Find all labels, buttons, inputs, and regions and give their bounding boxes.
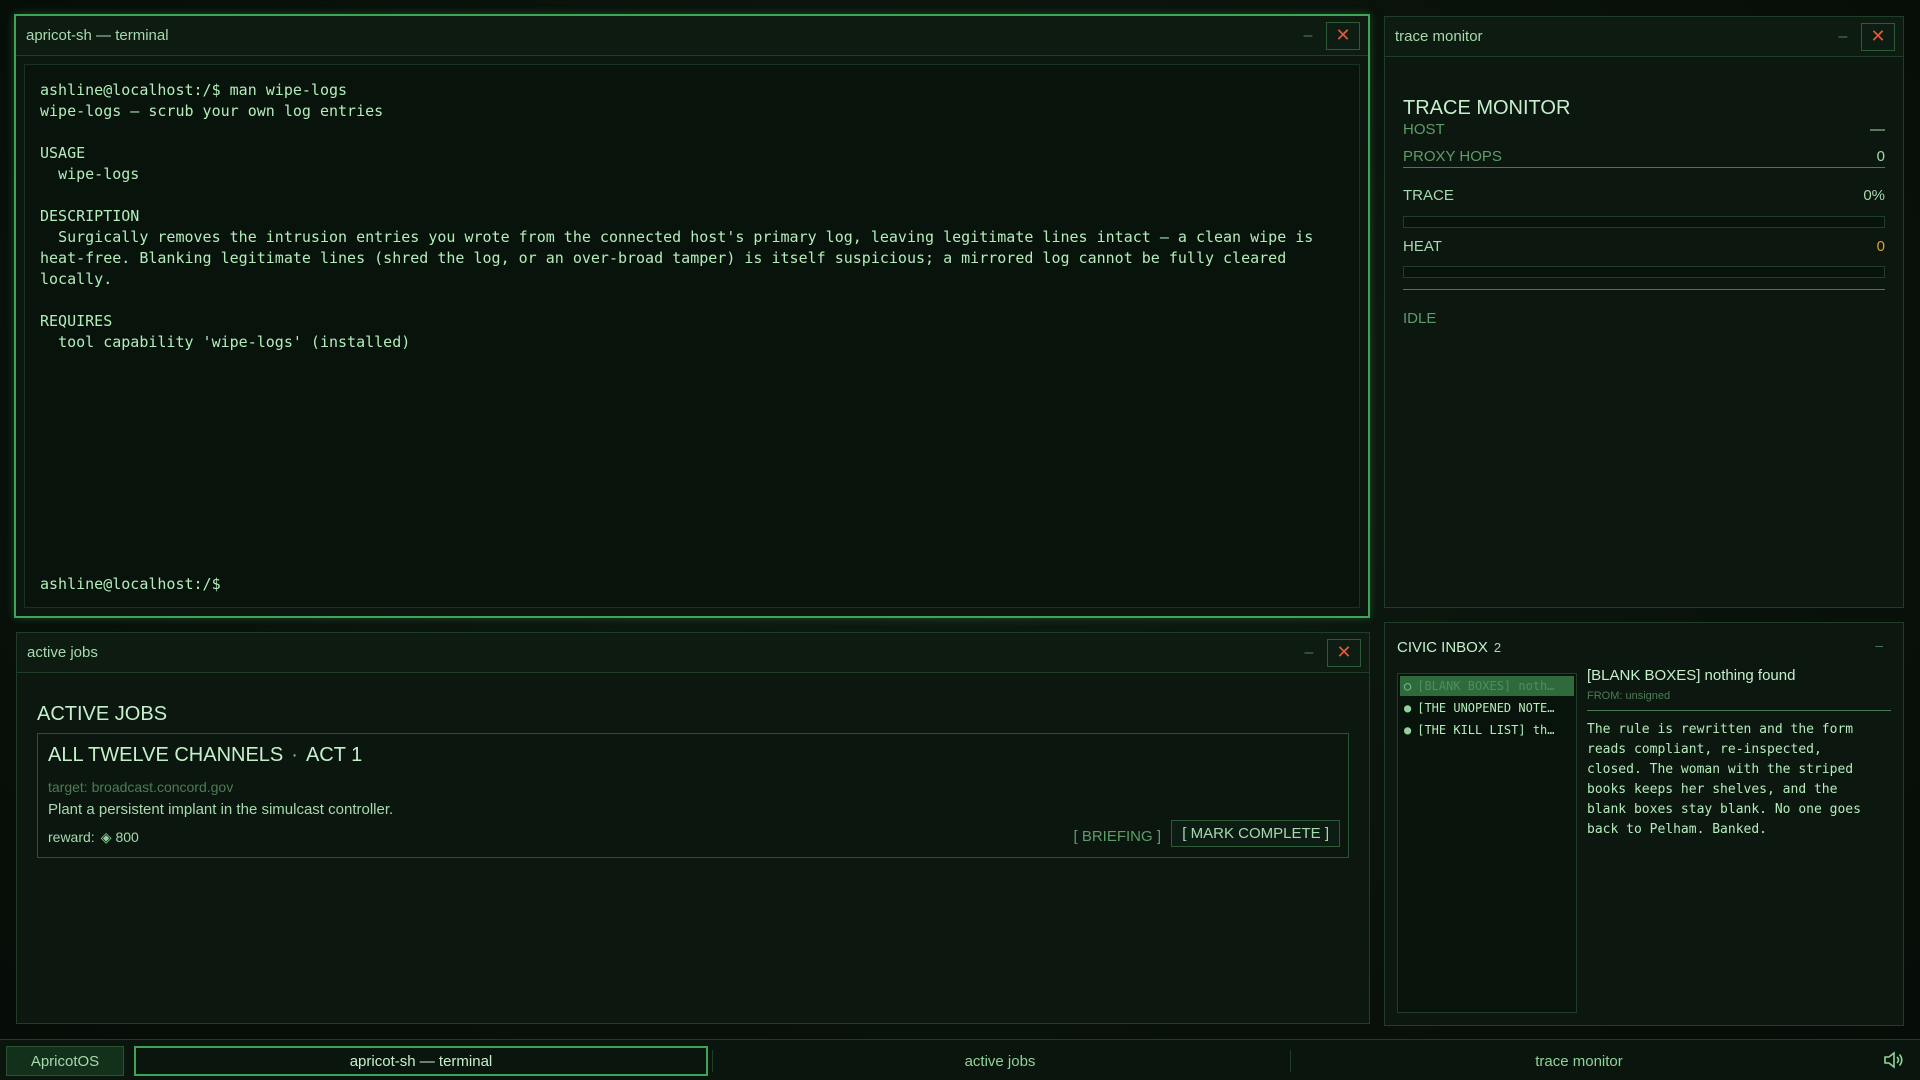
trace-monitor-titlebar[interactable]: trace monitor – ✕ [1385,17,1903,57]
inbox-list-item[interactable]: ● [THE UNOPENED NOTE… [1400,698,1574,718]
terminal-text: ashline@localhost:/$ man wipe-logs wipe-… [40,81,1314,351]
heat-label: HEAT [1403,238,1442,255]
job-title: ALL TWELVE CHANNELS · ACT 1 [48,744,362,767]
terminal-title: apricot-sh — terminal [26,27,169,44]
minimize-icon[interactable]: – [1291,644,1327,662]
trace-monitor-heading: TRACE MONITOR [1403,97,1571,119]
proxy-hops-row: PROXY HOPS 0 [1403,148,1885,165]
active-jobs-heading: ACTIVE JOBS [37,703,168,725]
volume-icon[interactable] [1882,1049,1906,1071]
job-card: ALL TWELVE CHANNELS · ACT 1 target: broadc… [37,733,1349,858]
inbox-list-item[interactable]: ● [THE KILL LIST] th… [1400,720,1574,740]
inbox-list-item[interactable]: ○ [BLANK BOXES] noth… [1400,676,1574,696]
trace-value: 0% [1863,187,1885,204]
active-jobs-titlebar[interactable]: active jobs – ✕ [17,633,1369,673]
unread-dot-icon: ● [1404,723,1412,737]
civic-inbox-window[interactable]: CIVIC INBOX 2 – ○ [BLANK BOXES] noth… ● [THE… [1384,622,1904,1026]
message-from: FROM: unsigned [1587,690,1671,702]
taskbar-item-trace-monitor[interactable]: trace monitor [1292,1046,1866,1076]
terminal-prompt[interactable]: ashline@localhost:/$ [40,575,221,593]
trace-status: IDLE [1403,310,1437,327]
mark-complete-button[interactable]: [ MARK COMPLETE ] [1171,820,1340,847]
trace-monitor-window[interactable]: trace monitor – ✕ TRACE MONITOR HOST — P… [1384,16,1904,608]
taskbar: ApricotOS apricot-sh — terminal active j… [0,1039,1920,1080]
taskbar-separator [1290,1050,1291,1072]
inbox-count-badge: 2 [1493,640,1502,655]
inbox-heading: CIVIC INBOX 2 [1397,639,1501,656]
terminal-window[interactable]: apricot-sh — terminal – ✕ ashline@localh… [14,14,1370,618]
heat-row: HEAT 0 [1403,238,1885,255]
job-reward: reward: ◈ 800 [48,829,139,846]
credit-icon: ◈ [100,829,112,845]
heat-value: 0 [1876,238,1885,255]
trace-progress-bar [1403,216,1885,228]
inbox-item-label: [THE UNOPENED NOTE… [1417,701,1555,715]
trace-monitor-title: trace monitor [1395,28,1483,45]
trace-label: TRACE [1403,187,1454,204]
trace-row: TRACE 0% [1403,187,1885,204]
active-jobs-window[interactable]: active jobs – ✕ ACTIVE JOBS ALL TWELVE C… [16,632,1370,1024]
message-subject: [BLANK BOXES] nothing found [1587,667,1796,684]
proxy-hops-label: PROXY HOPS [1403,148,1502,165]
taskbar-item-terminal[interactable]: apricot-sh — terminal [134,1046,708,1076]
job-target: target: broadcast.concord.gov [48,779,234,795]
reward-value: 800 [115,829,139,845]
active-jobs-title: active jobs [27,644,98,661]
terminal-titlebar[interactable]: apricot-sh — terminal – ✕ [16,16,1368,56]
minimize-icon[interactable]: – [1875,637,1883,653]
unread-dot-icon: ● [1404,701,1412,715]
read-dot-icon: ○ [1404,679,1412,693]
divider [1403,167,1885,168]
close-icon[interactable]: ✕ [1861,22,1895,51]
proxy-hops-value: 0 [1876,148,1885,165]
minimize-icon[interactable]: – [1825,28,1861,46]
host-label: HOST [1403,121,1445,138]
briefing-button[interactable]: [ BRIEFING ] [1071,824,1163,849]
taskbar-separator [712,1050,713,1072]
message-body: The rule is rewritten and the form reads… [1587,722,1861,837]
job-act: ACT 1 [305,744,363,766]
job-name: ALL TWELVE CHANNELS [48,744,284,766]
inbox-message-list[interactable]: ○ [BLANK BOXES] noth… ● [THE UNOPENED NOTE…… [1397,673,1577,1013]
taskbar-item-active-jobs[interactable]: active jobs [714,1046,1286,1076]
close-icon[interactable]: ✕ [1327,638,1361,667]
job-title-separator: · [291,744,298,766]
inbox-item-label: [THE KILL LIST] th… [1417,723,1555,737]
terminal-output[interactable]: ashline@localhost:/$ man wipe-logs wipe-… [24,64,1360,608]
host-row: HOST — [1403,121,1885,138]
heat-progress-bar [1403,266,1885,278]
inbox-title: CIVIC INBOX [1397,639,1488,656]
divider [1587,710,1891,711]
divider [1403,289,1885,290]
host-value: — [1870,121,1885,138]
close-icon[interactable]: ✕ [1326,21,1360,50]
minimize-icon[interactable]: – [1290,27,1326,45]
job-description: Plant a persistent implant in the simulc… [48,801,394,818]
reward-label: reward: [48,829,95,845]
start-button[interactable]: ApricotOS [6,1046,124,1076]
inbox-item-label: [BLANK BOXES] noth… [1417,679,1555,693]
